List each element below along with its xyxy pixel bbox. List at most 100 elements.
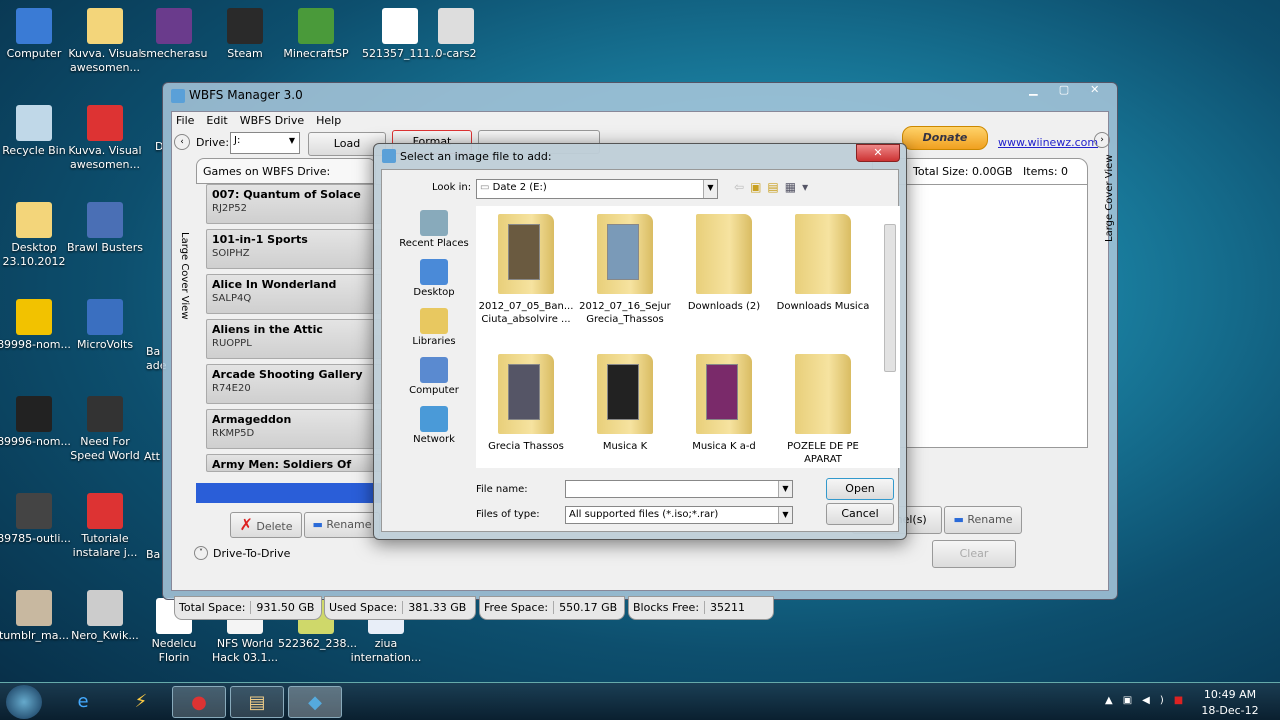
stat-total-space: Total Space: 931.50 GB	[174, 596, 322, 620]
desktop-icon[interactable]: MinecraftSP	[278, 8, 354, 61]
tray-icons[interactable]: ▲▣◀)■	[1105, 695, 1193, 706]
new-folder-icon[interactable]: ▤	[767, 180, 784, 194]
network-icon: ▣	[1122, 695, 1143, 706]
menu-help[interactable]: Help	[316, 114, 341, 127]
place-network[interactable]: Network	[394, 406, 474, 445]
stat-free-space: Free Space: 550.17 GB	[479, 596, 625, 620]
desktop-icon[interactable]: 89996-nom...	[0, 396, 72, 449]
show-hidden-icon: ▲	[1105, 695, 1123, 706]
file-list[interactable]: 2012_07_05_Ban... Ciuta_absolvire ... 201…	[476, 206, 900, 468]
explorer-taskbar-icon[interactable]: ▤	[230, 686, 284, 718]
chrome-taskbar-icon[interactable]: ●	[172, 686, 226, 718]
large-cover-view-left[interactable]: Large Cover View	[179, 232, 190, 320]
desktop-icon-image	[87, 590, 123, 626]
desktop-icon-label: Computer	[6, 47, 62, 60]
wiinewz-link[interactable]: www.wiinewz.com	[998, 136, 1098, 149]
desktop-icon[interactable]: 89998-nom...	[0, 299, 72, 352]
drive-select[interactable]: J: ▼	[230, 132, 300, 154]
place-computer[interactable]: Computer	[394, 357, 474, 396]
desktop-icon[interactable]: Nero_Kwik...	[67, 590, 143, 643]
collapse-left-icon[interactable]: ‹	[174, 134, 190, 150]
desktop-icon[interactable]: 0-cars2	[418, 8, 494, 61]
folder-item[interactable]: Grecia Thassos	[478, 354, 574, 453]
desktop-icon[interactable]: MicroVolts	[67, 299, 143, 352]
desktop-icon[interactable]: tumblr_ma...	[0, 590, 72, 643]
desktop-icon[interactable]: Steam	[207, 8, 283, 61]
app-icon	[171, 89, 185, 103]
up-folder-icon[interactable]: ▣	[750, 180, 767, 194]
desktop-icon-label: 522362_238...	[278, 637, 357, 650]
expand-right-icon[interactable]: ›	[1094, 132, 1110, 148]
desktop-icon-label: Desktop 23.10.2012	[2, 241, 66, 268]
stat-blocks-free: Blocks Free: 35211	[628, 596, 774, 620]
folder-item[interactable]: Musica K	[577, 354, 673, 453]
desktop-icon[interactable]: Computer	[0, 8, 72, 61]
desktop-icon[interactable]: Recycle Bin	[0, 105, 72, 158]
desktop-icon[interactable]: Need For Speed World	[67, 396, 143, 463]
folder-item[interactable]: Musica K a-d	[676, 354, 772, 453]
folder-item[interactable]: 2012_07_16_Sejur Grecia_Thassos	[577, 214, 673, 326]
menu-wbfs-drive[interactable]: WBFS Drive	[240, 114, 304, 127]
clear-button[interactable]: Clear	[932, 540, 1016, 568]
folder-item[interactable]: 2012_07_05_Ban... Ciuta_absolvire ...	[478, 214, 574, 326]
desktop-icon-image	[16, 590, 52, 626]
game-item[interactable]: Army Men: Soldiers Of Misfortune	[206, 454, 386, 472]
game-item[interactable]: Aliens in the Attic RUOPPL	[206, 319, 386, 359]
open-button[interactable]: Open	[826, 478, 894, 500]
wbfs-taskbar-icon[interactable]: ◆	[288, 686, 342, 718]
file-list-scrollbar[interactable]	[884, 210, 896, 464]
look-in-label: Look in:	[432, 182, 472, 193]
rename-button[interactable]: ▬ Rename	[304, 512, 380, 538]
desktop-icon[interactable]: Kuvva. Visual awesomen...	[67, 8, 143, 75]
cancel-button[interactable]: Cancel	[826, 503, 894, 525]
close-button[interactable]: ✕	[1080, 83, 1109, 101]
file-name-input[interactable]: ▼	[565, 480, 793, 498]
desktop-icon-label: 89998-nom...	[0, 338, 71, 351]
internet-explorer-icon[interactable]: e	[56, 686, 110, 718]
game-item[interactable]: Armageddon RKMP5D	[206, 409, 386, 449]
desktop-icon-label: MicroVolts	[76, 338, 134, 351]
game-item[interactable]: 007: Quantum of Solace RJ2P52	[206, 184, 386, 224]
large-cover-view-right[interactable]: Large Cover View	[1104, 154, 1115, 242]
files-of-type-select[interactable]: All supported files (*.iso;*.rar) ▼	[565, 506, 793, 524]
dialog-close-button[interactable]: ✕	[856, 144, 900, 162]
game-item[interactable]: Alice In Wonderland SALP4Q	[206, 274, 386, 314]
clock[interactable]: 10:49 AM 18-Dec-12	[1200, 687, 1260, 719]
look-in-select[interactable]: ▭ Date 2 (E:) ▼	[476, 179, 718, 199]
desktop-icon[interactable]: Desktop 23.10.2012	[0, 202, 72, 269]
desktop-icon-label: Nero_Kwik...	[71, 629, 139, 642]
menu-edit[interactable]: Edit	[206, 114, 227, 127]
back-icon[interactable]: ⇦	[734, 180, 750, 194]
menu-file[interactable]: File	[176, 114, 194, 127]
game-item[interactable]: Arcade Shooting Gallery R74E20	[206, 364, 386, 404]
place-libraries[interactable]: Libraries	[394, 308, 474, 347]
minimize-button[interactable]: ▁	[1019, 83, 1048, 101]
file-name-label: File name:	[476, 484, 528, 495]
desktop-icon-label: 0-cars2	[435, 47, 477, 60]
desktop-icon[interactable]: smecherasu	[136, 8, 212, 61]
delete-button[interactable]: ✗ Delete	[230, 512, 302, 538]
drive-to-drive-toggle[interactable]: ˅ Drive-To-Drive	[194, 546, 290, 560]
game-item[interactable]: 101-in-1 Sports SOIPHZ	[206, 229, 386, 269]
folder-icon	[597, 214, 653, 294]
desktop-icon[interactable]: Tutoriale instalare j...	[67, 493, 143, 560]
place-icon	[420, 210, 448, 236]
desktop-icon[interactable]: Kuvva. Visual awesomen...	[67, 105, 143, 172]
donate-button[interactable]: Donate	[902, 126, 988, 150]
desktop-icon[interactable]: Brawl Busters	[67, 202, 143, 255]
place-recent-places[interactable]: Recent Places	[394, 210, 474, 249]
folder-item[interactable]: POZELE DE PE APARAT	[775, 354, 871, 466]
chevron-down-icon: ˅	[194, 546, 208, 560]
desktop-icon[interactable]: 89785-outli...	[0, 493, 72, 546]
place-desktop[interactable]: Desktop	[394, 259, 474, 298]
start-button[interactable]	[6, 685, 42, 719]
winamp-icon[interactable]: ⚡	[114, 686, 168, 718]
folder-item[interactable]: Downloads Musica	[775, 214, 871, 313]
folder-item[interactable]: Downloads (2)	[676, 214, 772, 313]
open-file-dialog: Select an image file to add: ✕ Look in: …	[373, 143, 907, 540]
rename-right-button[interactable]: ▬ Rename	[944, 506, 1022, 534]
view-menu-icon[interactable]: ▦▾	[785, 180, 814, 194]
maximize-button[interactable]: ▢	[1050, 83, 1079, 101]
desktop-icon-image	[87, 105, 123, 141]
place-icon	[420, 357, 448, 383]
